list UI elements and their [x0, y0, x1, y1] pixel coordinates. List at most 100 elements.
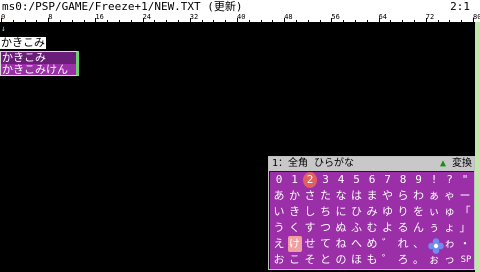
ruler-mark — [272, 20, 274, 22]
keyboard-key[interactable]: と — [319, 252, 333, 268]
keyboard-key[interactable]: 9 — [412, 172, 426, 188]
keyboard-key[interactable]: れ — [396, 236, 410, 252]
keyboard-key[interactable]: い — [272, 204, 286, 220]
candidate-item[interactable]: かきこみけん — [1, 64, 76, 76]
keyboard-key[interactable]: 3 — [319, 172, 333, 188]
keyboard-key[interactable]: 6 — [365, 172, 379, 188]
keyboard-key[interactable]: さ — [303, 188, 317, 204]
keyboard-key[interactable]: 4 — [334, 172, 348, 188]
keyboard-key[interactable]: ゛ — [381, 236, 395, 252]
keyboard-key[interactable]: よ — [381, 220, 395, 236]
keyboard-key[interactable]: て — [319, 236, 333, 252]
keyboard-key[interactable]: ほ — [350, 252, 364, 268]
keyboard-key[interactable]: も — [365, 252, 379, 268]
keyboard-key[interactable]: む — [365, 220, 379, 236]
keyboard-key[interactable]: ? — [443, 172, 457, 188]
convert-action[interactable]: ▲ 変換 — [440, 157, 472, 171]
keyboard-key[interactable]: " — [458, 172, 472, 188]
keyboard-key[interactable]: そ — [303, 252, 317, 268]
keyboard-key[interactable]: け — [287, 236, 302, 252]
keyboard-key[interactable]: ・ — [458, 236, 472, 252]
keyboard-key[interactable]: の — [334, 252, 348, 268]
ruler-label: 64 — [378, 13, 388, 21]
keyboard-key[interactable]: ゆ — [381, 204, 395, 220]
ruler-mark — [225, 20, 227, 22]
keyboard-key[interactable]: つ — [319, 220, 333, 236]
keyboard-key[interactable]: ゎ — [443, 236, 457, 252]
ruler-mark — [166, 20, 168, 22]
keyboard-key[interactable]: に — [334, 204, 348, 220]
keyboard-key[interactable]: ち — [319, 204, 333, 220]
keyboard-key[interactable]: き — [288, 204, 302, 220]
keyboard-key[interactable]: ぁ — [427, 188, 441, 204]
keyboard-key[interactable]: ゅ — [443, 204, 457, 220]
keyboard-key[interactable]: お — [272, 252, 286, 268]
file-path-title: ms0:/PSP/GAME/Freeze+1/NEW.TXT (更新) — [2, 0, 243, 13]
keyboard-key[interactable]: ぉ — [427, 252, 441, 268]
ime-composition-text: かきこみ — [0, 36, 46, 49]
ruler-mark — [355, 20, 356, 22]
keyboard-key[interactable]: る — [396, 220, 410, 236]
keyboard-key[interactable]: ね — [334, 236, 348, 252]
keyboard-key[interactable]: や — [381, 188, 395, 204]
vertical-scrollbar[interactable] — [475, 22, 480, 272]
keyboard-key[interactable]: ん — [412, 220, 426, 236]
keyboard-key[interactable]: ま — [365, 188, 379, 204]
ruler-mark — [378, 18, 380, 22]
ruler-mark — [12, 20, 14, 22]
keyboard-row: あかさたなはまやらわぁゃー — [270, 188, 474, 204]
keyboard-key[interactable]: ひ — [350, 204, 364, 220]
ruler-mark — [130, 20, 132, 22]
keyboard-key[interactable]: 0 — [272, 172, 286, 188]
triangle-button-icon: ▲ — [439, 158, 446, 169]
keyboard-key[interactable]: 。 — [412, 252, 426, 268]
ruler-mark — [71, 20, 73, 22]
keyboard-key[interactable]: 8 — [396, 172, 410, 188]
keyboard-key[interactable]: す — [303, 220, 317, 236]
keyboard-key[interactable]: ゃ — [443, 188, 457, 204]
keyboard-key[interactable]: ら — [396, 188, 410, 204]
keyboard-key[interactable]: 「 — [458, 204, 472, 220]
keyboard-key[interactable]: は — [350, 188, 364, 204]
ruler-mark — [83, 20, 85, 22]
ruler-mark — [319, 20, 321, 22]
keyboard-key[interactable]: ふ — [350, 220, 364, 236]
keyboard-key[interactable]: ! — [427, 172, 441, 188]
keyboard-key[interactable]: 7 — [381, 172, 395, 188]
keyboard-key[interactable]: ゜ — [381, 252, 395, 268]
keyboard-key[interactable]: め — [365, 236, 379, 252]
keyboard-key[interactable]: み — [365, 204, 379, 220]
ruler-mark — [60, 20, 61, 22]
keyboard-key[interactable]: あ — [272, 188, 286, 204]
keyboard-key[interactable]: SP — [458, 252, 474, 268]
keyboard-key[interactable]: ろ — [396, 252, 410, 268]
keyboard-key[interactable]: ょ — [443, 220, 457, 236]
keyboard-key[interactable]: を — [412, 204, 426, 220]
ruler-mark — [343, 20, 345, 22]
keyboard-key[interactable]: え — [272, 236, 286, 252]
keyboard-key[interactable]: く — [288, 220, 302, 236]
keyboard-key[interactable]: へ — [350, 236, 364, 252]
keyboard-key[interactable]: 5 — [350, 172, 364, 188]
keyboard-key[interactable]: ぅ — [427, 220, 441, 236]
keyboard-key[interactable]: 2 — [303, 172, 317, 188]
keyboard-key[interactable]: う — [272, 220, 286, 236]
keyboard-key[interactable]: わ — [412, 188, 426, 204]
keyboard-key[interactable]: っ — [443, 252, 457, 268]
keyboard-key[interactable]: 」 — [458, 220, 472, 236]
keyboard-key[interactable]: た — [319, 188, 333, 204]
keyboard-key[interactable]: か — [288, 188, 302, 204]
keyboard-key[interactable]: 1 — [288, 172, 302, 188]
keyboard-key[interactable]: せ — [303, 236, 317, 252]
keyboard-key[interactable]: り — [396, 204, 410, 220]
keyboard-key[interactable]: 、 — [412, 236, 426, 252]
software-keyboard: 1：全角 ひらがな ▲ 変換 0 1 2 3 4 5 6 7 8 9!? " あかさたなはまやらわぁゃ… — [268, 156, 475, 270]
scrollbar-thumb[interactable] — [475, 22, 480, 272]
keyboard-key[interactable]: こ — [288, 252, 302, 268]
keyboard-key[interactable]: ー — [458, 188, 472, 204]
keyboard-key[interactable]: な — [334, 188, 348, 204]
keyboard-key[interactable]: ぬ — [334, 220, 348, 236]
ruler-mark — [213, 20, 215, 22]
keyboard-key[interactable]: し — [303, 204, 317, 220]
keyboard-key[interactable]: ぃ — [427, 204, 441, 220]
